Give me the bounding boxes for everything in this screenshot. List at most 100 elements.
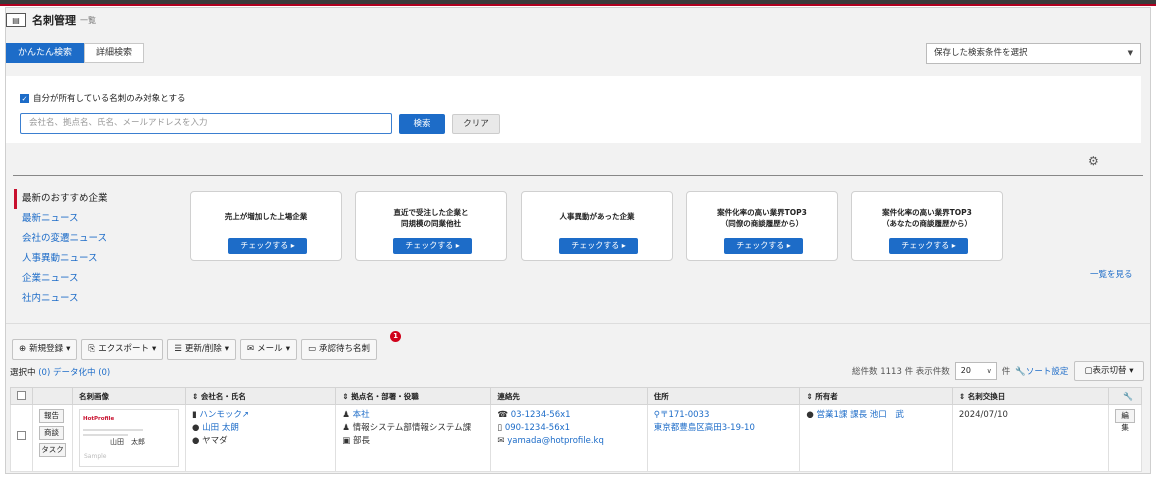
new-register-button[interactable]: ⊕ 新規登録 ▾ xyxy=(12,339,78,360)
edit-cell: 編集 xyxy=(1108,404,1142,472)
col-tools[interactable]: 🔧 xyxy=(1108,387,1142,405)
update-delete-button[interactable]: ☰ 更新/削除 ▾ xyxy=(167,339,237,360)
view-switch-button[interactable]: ▢表示切替 ▾ xyxy=(1074,361,1144,381)
envelope-icon: ✉ xyxy=(247,344,255,354)
report-button[interactable]: 報告 xyxy=(39,409,64,423)
select-all-checkbox[interactable] xyxy=(17,390,26,400)
contact-cell: ☎ 03-1234-56x1 ▯ 090-1234-56x1 ✉ yamada@… xyxy=(490,404,648,472)
card-text: 売上が増加した上場企業 xyxy=(224,212,308,221)
recommend-card: 案件化率の高い業界TOP3 （あなたの商談履歴から） チェックする ▸ xyxy=(851,191,1003,261)
col-owner[interactable]: ⇕ 所有者 xyxy=(799,387,953,405)
branch-cell: ♟ 本社 ♟ 情報システム部情報システム課 ▣ 部長 xyxy=(335,404,492,472)
recommend-card: 直近で受注した企業と 同規模の同業他社 チェックする ▸ xyxy=(355,191,507,261)
check-button[interactable]: チェックする ▸ xyxy=(889,238,968,254)
card-image-cell[interactable]: HotProfile 山田 太郎 Sample xyxy=(72,404,186,472)
news-nav-internal[interactable]: 社内ニュース xyxy=(14,289,108,309)
address-cell: ⚲〒171-0033 東京都豊島区高田3-19-10 xyxy=(646,404,801,472)
row-actions: 報告 商談 タスク xyxy=(32,404,73,472)
chevron-down-icon: ▼ xyxy=(1127,49,1133,57)
department: 情報システム部情報システム課 xyxy=(352,423,472,433)
company-cell: ▮ ハンモック↗ ● 山田 太朗 ● ヤマダ xyxy=(184,404,337,472)
owner-link[interactable]: 営業1課 課長 池口 武 xyxy=(817,410,904,420)
search-button[interactable]: 検索 xyxy=(399,114,445,134)
sort-settings-link[interactable]: 🔧ソート設定 xyxy=(1015,365,1068,377)
row-checkbox[interactable] xyxy=(17,431,26,440)
saved-search-placeholder: 保存した検索条件を選択 xyxy=(934,48,1028,58)
task-button[interactable]: タスク xyxy=(39,443,66,457)
wrench-icon: 🔧 xyxy=(1123,391,1134,401)
col-branch[interactable]: ⇕ 拠点名・部署・役職 xyxy=(335,387,492,405)
news-nav-company-history[interactable]: 会社の変遷ニュース xyxy=(14,229,108,249)
map-link[interactable]: ⚲〒171-0033 xyxy=(654,409,794,422)
col-card-image: 名刺画像 xyxy=(72,387,186,405)
check-button[interactable]: チェックする ▸ xyxy=(393,238,472,254)
digitizing-count[interactable]: (0) xyxy=(98,368,110,378)
digitizing-link[interactable]: データ化中 xyxy=(53,368,96,378)
selected-count[interactable]: (0) xyxy=(38,368,50,378)
card-icon: ▭ xyxy=(307,344,316,354)
business-card-image[interactable]: HotProfile 山田 太郎 Sample xyxy=(79,409,179,467)
card-line xyxy=(83,429,143,431)
external-link-icon[interactable]: ↗ xyxy=(242,410,249,420)
id-badge-icon: ▣ xyxy=(342,436,351,446)
mobile-link[interactable]: 090-1234-56x1 xyxy=(505,423,570,433)
plus-circle-icon: ⊕ xyxy=(19,344,27,354)
address-link[interactable]: 東京都豊島区高田3-19-10 xyxy=(654,422,794,435)
list-icon: ☰ xyxy=(174,344,182,354)
selection-info: 選択中 (0) データ化中 (0) xyxy=(10,368,111,378)
clear-button[interactable]: クリア xyxy=(452,114,500,134)
company-link[interactable]: ハンモック xyxy=(199,410,242,420)
news-nav-latest[interactable]: 最新ニュース xyxy=(14,209,108,229)
email-link[interactable]: yamada@hotprofile.kq xyxy=(507,436,604,446)
mail-button[interactable]: ✉ メール ▾ xyxy=(240,339,297,360)
count-area: 総件数 1113 件 表示件数 20 ∨ 件 🔧ソート設定 xyxy=(852,362,1068,380)
col-exchange-date[interactable]: ⇕ 名刺交換日 xyxy=(951,387,1110,405)
card-text: 人事異動があった企業 xyxy=(559,212,635,221)
card-text: 案件化率の高い業界TOP3 （あなたの商談履歴から） xyxy=(882,208,972,228)
deal-button[interactable]: 商談 xyxy=(39,426,64,440)
wrench-icon: 🔧 xyxy=(1015,367,1026,377)
news-nav-recommended[interactable]: 最新のおすすめ企業 xyxy=(14,189,108,209)
own-only-label: 自分が所有している名刺のみ対象とする xyxy=(33,94,186,104)
edit-button[interactable]: 編集 xyxy=(1115,409,1135,432)
chevron-down-icon: ▾ xyxy=(224,344,230,354)
page-title: 名刺管理 xyxy=(32,14,76,27)
per-page-select[interactable]: 20 ∨ xyxy=(954,362,997,380)
person-kana: ヤマダ xyxy=(202,436,228,446)
recommend-card: 案件化率の高い業界TOP3 （同僚の商談履歴から） チェックする ▸ xyxy=(686,191,838,261)
approval-pending-button[interactable]: ▭ 承認待ち名刺 xyxy=(300,339,378,360)
row-checkbox-cell[interactable] xyxy=(10,404,33,472)
page-header: ▤ 名刺管理 一覧 xyxy=(6,12,96,28)
own-only-checkbox-row[interactable]: ✓ 自分が所有している名刺のみ対象とする xyxy=(20,92,186,104)
card-name: 山田 太郎 xyxy=(110,438,145,446)
col-company[interactable]: ⇕ 会社名・氏名 xyxy=(184,387,337,405)
gear-icon[interactable]: ⚙ xyxy=(1088,154,1099,168)
branch-link[interactable]: 本社 xyxy=(353,410,370,420)
tab-detailed-search[interactable]: 詳細検索 xyxy=(84,43,145,63)
see-all-link[interactable]: 一覧を見る xyxy=(1090,268,1133,280)
check-button[interactable]: チェックする ▸ xyxy=(724,238,803,254)
total-count: 総件数 1113 件 表示件数 xyxy=(852,367,950,377)
tab-simple-search[interactable]: かんたん検索 xyxy=(6,43,85,63)
card-logo: HotProfile xyxy=(83,416,115,422)
org-icon: ♟ xyxy=(342,423,350,433)
own-only-checkbox[interactable]: ✓ xyxy=(20,93,29,103)
card-text: 直近で受注した企業と 同規模の同業他社 xyxy=(393,208,469,228)
phone-link[interactable]: 03-1234-56x1 xyxy=(511,410,571,420)
envelope-icon: ✉ xyxy=(497,436,505,446)
select-all-header[interactable] xyxy=(10,387,33,405)
news-divider xyxy=(13,175,1143,176)
person-icon: ● xyxy=(806,410,814,420)
news-nav-corporate[interactable]: 企業ニュース xyxy=(14,269,108,289)
recommend-card: 人事異動があった企業 チェックする ▸ xyxy=(521,191,673,261)
export-button[interactable]: ⎘ エクスポート ▾ xyxy=(81,339,164,360)
card-sample: Sample xyxy=(84,453,107,460)
saved-search-select[interactable]: 保存した検索条件を選択 ▼ xyxy=(926,43,1141,64)
search-input[interactable]: 会社名、拠点名、氏名、メールアドレスを入力 xyxy=(20,113,392,134)
person-link[interactable]: 山田 太朗 xyxy=(202,423,239,433)
check-button[interactable]: チェックする ▸ xyxy=(228,238,307,254)
mobile-icon: ▯ xyxy=(497,423,503,433)
per-page-unit: 件 xyxy=(1001,367,1011,377)
news-nav-personnel[interactable]: 人事異動ニュース xyxy=(14,249,108,269)
check-button[interactable]: チェックする ▸ xyxy=(559,238,638,254)
